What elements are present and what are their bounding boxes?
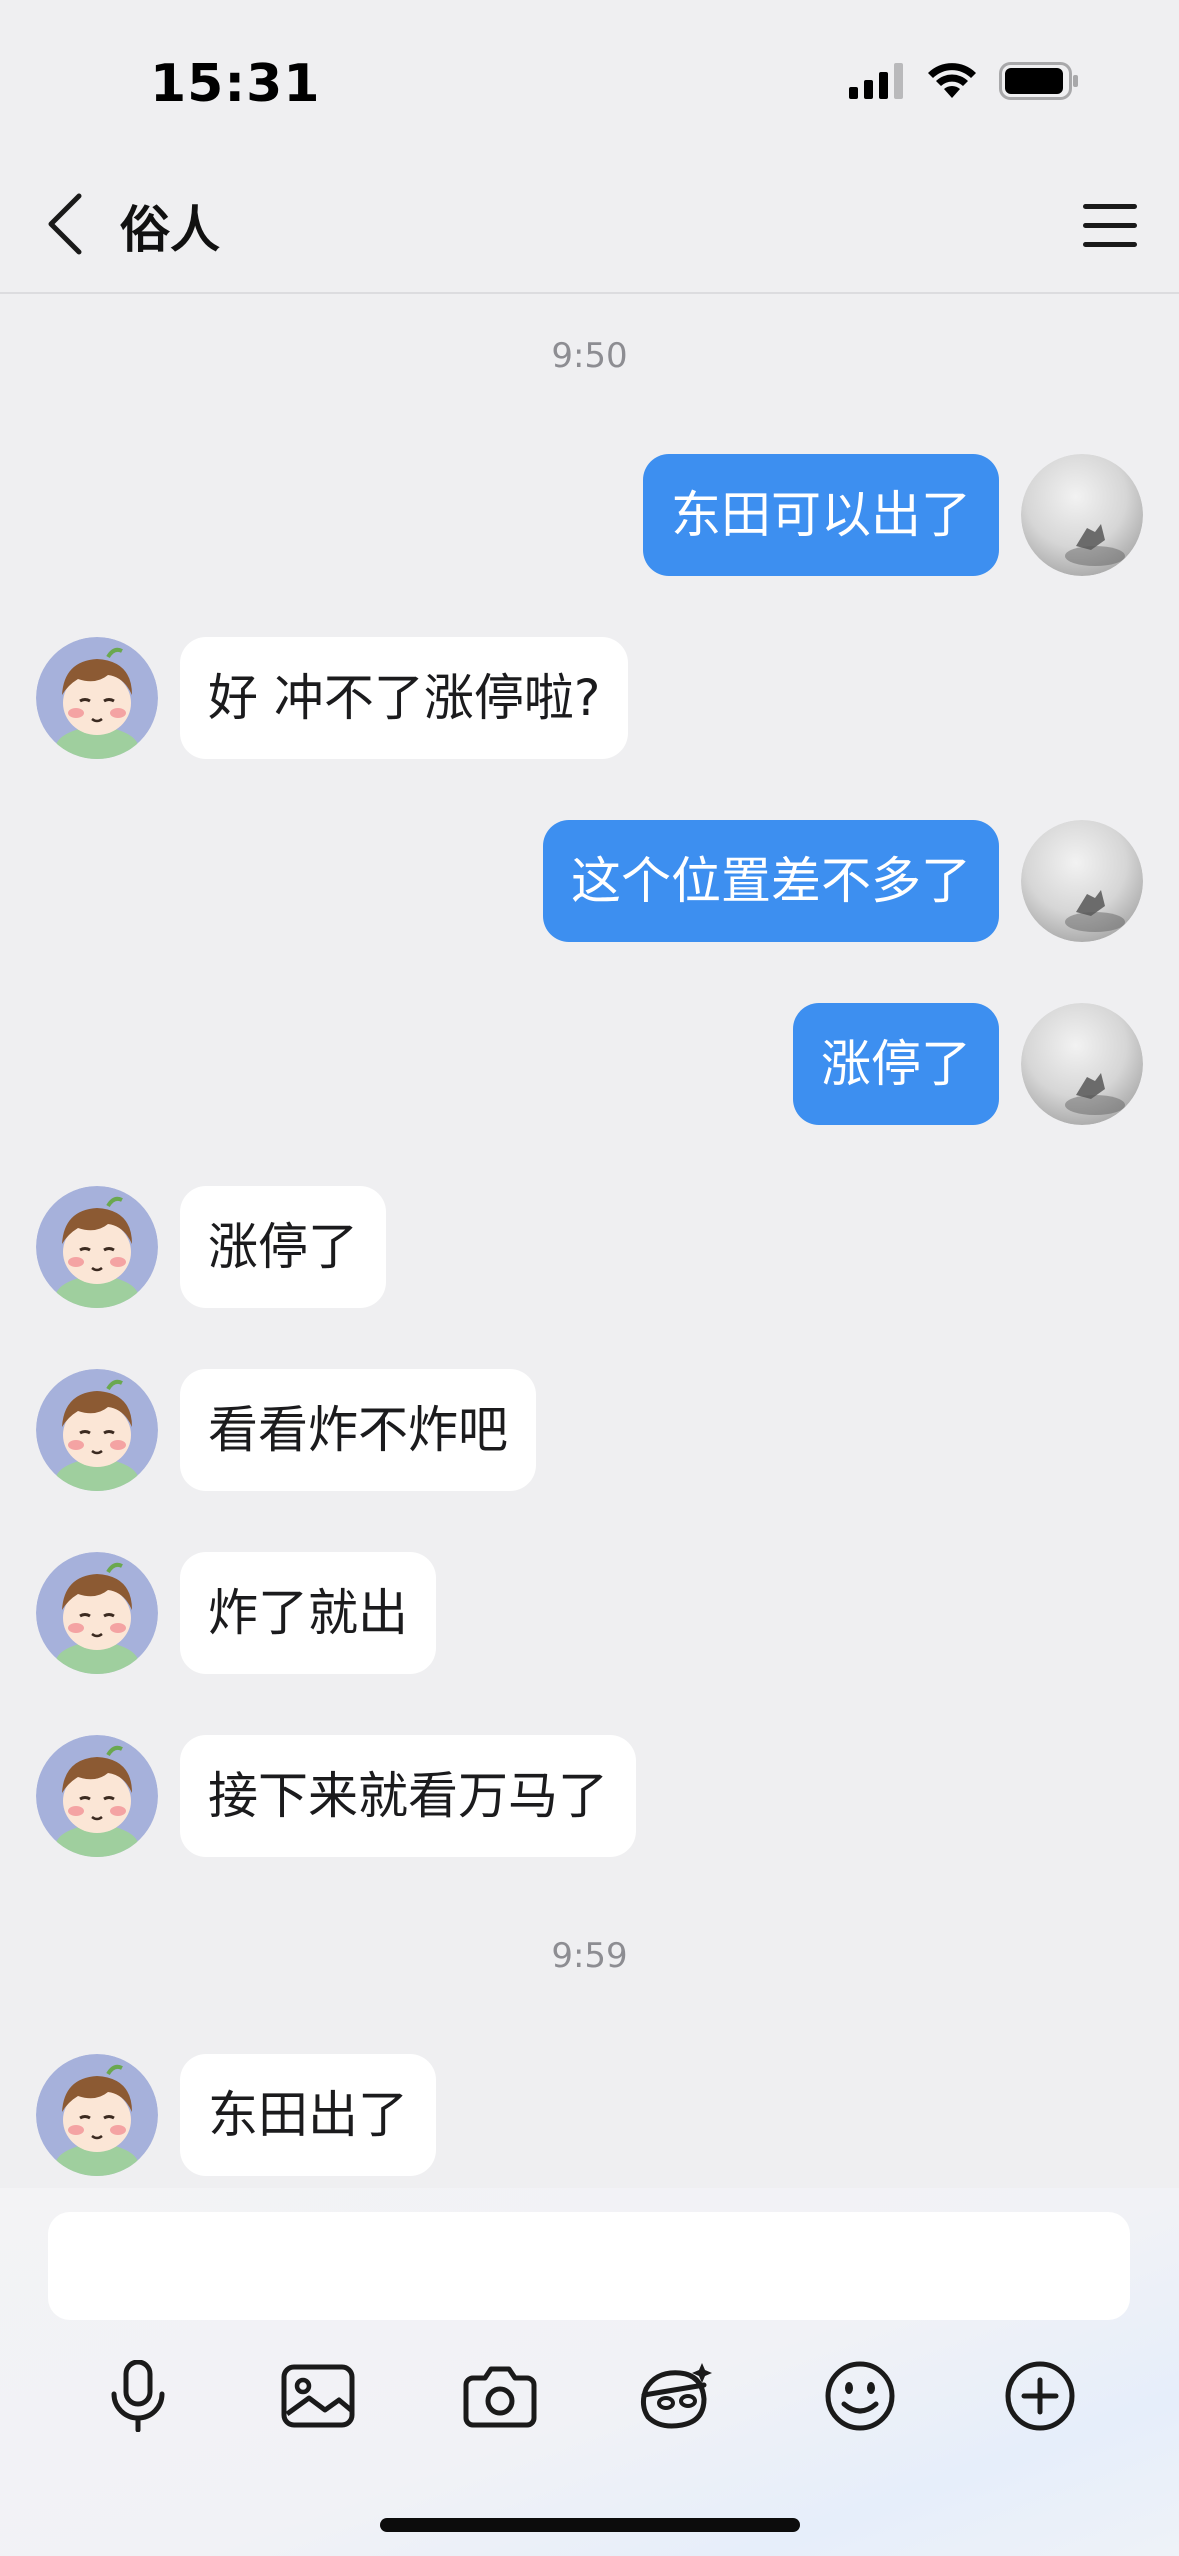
back-button[interactable] (30, 186, 100, 266)
message-bubble-outgoing[interactable]: 涨停了 (793, 1003, 999, 1125)
camera-icon (463, 2364, 537, 2432)
message-row: 好 冲不了涨停啦? (0, 637, 1179, 761)
chat-title: 俗人 (120, 201, 220, 259)
contact-avatar[interactable] (36, 2054, 158, 2176)
message-row: 看看炸不炸吧 (0, 1369, 1179, 1493)
ai-assistant-icon (636, 2359, 716, 2437)
emoji-icon (824, 2360, 896, 2436)
nav-bar: 俗人 (0, 150, 1179, 294)
message-bubble-incoming[interactable]: 炸了就出 (180, 1552, 436, 1674)
message-bubble-incoming[interactable]: 看看炸不炸吧 (180, 1369, 536, 1491)
timestamp: 9:50 (551, 336, 628, 376)
more-button[interactable] (998, 2356, 1082, 2440)
message-bubble-outgoing[interactable]: 这个位置差不多了 (543, 820, 999, 942)
message-bubble-incoming[interactable]: 涨停了 (180, 1186, 386, 1308)
menu-button[interactable] (1079, 198, 1141, 254)
photo-album-button[interactable] (276, 2356, 360, 2440)
message-row: 炸了就出 (0, 1552, 1179, 1676)
home-indicator[interactable] (380, 2518, 800, 2532)
contact-avatar[interactable] (36, 1369, 158, 1491)
timestamp: 9:59 (551, 1936, 628, 1976)
message-row: 东田可以出了 (0, 454, 1179, 578)
status-icons (849, 62, 1079, 104)
emoji-button[interactable] (818, 2356, 902, 2440)
chevron-left-icon (45, 192, 85, 260)
message-row: 涨停了 (0, 1186, 1179, 1310)
chat-area[interactable]: 9:50 东田可以出了 好 冲不了涨停啦? 这个位置差不多了 涨停了 涨停了 看… (0, 294, 1179, 2186)
plus-icon (1004, 2360, 1076, 2436)
contact-avatar[interactable] (36, 1186, 158, 1308)
voice-button[interactable] (96, 2356, 180, 2440)
status-time: 15:31 (150, 54, 321, 114)
status-bar: 15:31 (0, 0, 1179, 150)
message-bubble-outgoing[interactable]: 东田可以出了 (643, 454, 999, 576)
message-row: 涨停了 (0, 1003, 1179, 1127)
wifi-icon (927, 62, 977, 104)
image-icon (281, 2364, 355, 2432)
camera-button[interactable] (458, 2356, 542, 2440)
contact-avatar[interactable] (36, 1735, 158, 1857)
my-avatar[interactable] (1021, 1003, 1143, 1125)
message-row: 这个位置差不多了 (0, 820, 1179, 944)
message-bubble-incoming[interactable]: 东田出了 (180, 2054, 436, 2176)
input-toolbar (0, 2348, 1179, 2448)
my-avatar[interactable] (1021, 454, 1143, 576)
hamburger-menu-icon (1079, 204, 1141, 258)
message-row: 东田出了 (0, 2054, 1179, 2178)
message-input[interactable] (48, 2212, 1130, 2320)
message-row: 接下来就看万马了 (0, 1735, 1179, 1859)
message-bubble-incoming[interactable]: 接下来就看万马了 (180, 1735, 636, 1857)
contact-avatar[interactable] (36, 1552, 158, 1674)
input-area (0, 2188, 1179, 2556)
message-bubble-incoming[interactable]: 好 冲不了涨停啦? (180, 637, 629, 759)
contact-avatar[interactable] (36, 637, 158, 759)
microphone-icon (106, 2359, 170, 2436)
cellular-signal-icon (849, 63, 905, 103)
battery-icon (999, 62, 1079, 104)
my-avatar[interactable] (1021, 820, 1143, 942)
ai-assistant-button[interactable] (634, 2356, 718, 2440)
